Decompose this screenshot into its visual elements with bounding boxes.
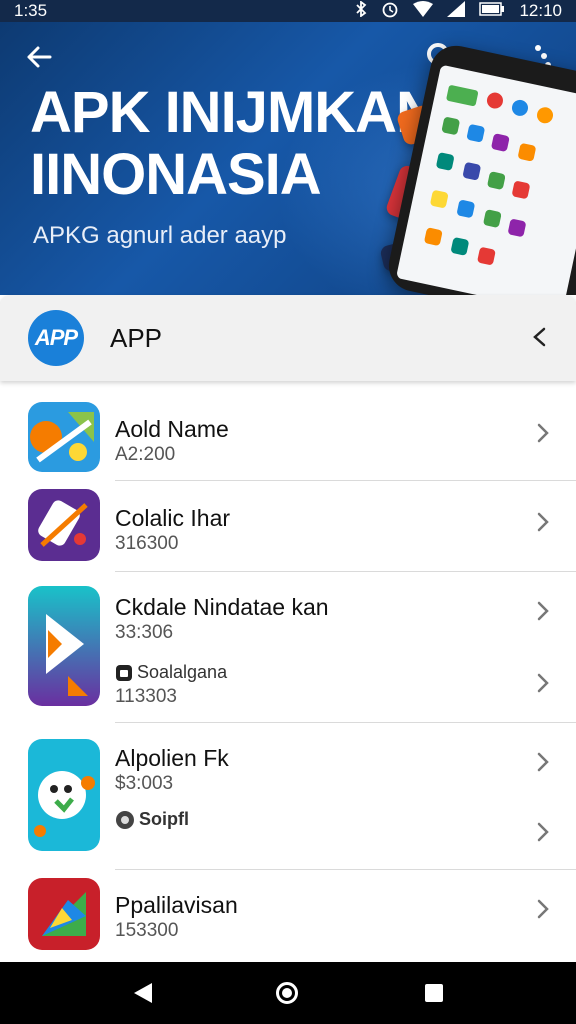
nav-recents-button[interactable] xyxy=(425,984,443,1002)
chevron-right-icon[interactable] xyxy=(536,821,550,843)
disc-icon xyxy=(116,810,134,829)
app-logo: APP xyxy=(28,310,84,366)
wifi-icon xyxy=(413,0,434,22)
app-name: Ckdale Nindatae kan xyxy=(115,594,329,620)
purple-tools-app-icon xyxy=(28,489,100,561)
app-name: Ppalilavisan xyxy=(115,892,238,918)
list-item[interactable]: Ckdale Nindatae kan 33:306 Soalalgana 11… xyxy=(0,572,576,723)
chevron-right-icon[interactable] xyxy=(536,898,550,920)
chevron-left-icon xyxy=(533,327,546,347)
multicolor-tools-app-icon xyxy=(28,402,100,472)
status-icons: 12:10 xyxy=(355,0,562,23)
app-meta: 153300 xyxy=(115,920,179,941)
arrow-left-icon xyxy=(27,46,52,68)
hero-banner: APK INIJMKAN IINONASIA APKG agnurl ader … xyxy=(0,22,576,295)
nav-home-button[interactable] xyxy=(276,982,298,1004)
app-name: Aold Name xyxy=(115,416,229,442)
chevron-right-icon[interactable] xyxy=(536,600,550,622)
nav-back-button[interactable] xyxy=(132,982,154,1004)
chevron-right-icon[interactable] xyxy=(536,751,550,773)
app-meta: A2:200 xyxy=(115,444,176,465)
hero-title: APK INIJMKAN IINONASIA xyxy=(30,82,450,206)
system-navigation-bar xyxy=(0,962,576,1024)
hero-title-line2: IINONASIA xyxy=(30,142,322,207)
app-meta: 316300 xyxy=(115,533,179,554)
app-name: Alpolien Fk xyxy=(115,745,229,771)
app-meta: $3:003 xyxy=(115,773,174,794)
chevron-right-icon[interactable] xyxy=(536,511,550,533)
app-section-header: APP APP xyxy=(0,295,576,381)
alarm-icon xyxy=(381,0,399,23)
list-item[interactable]: Alpolien Fk $3:003 Soipfl xyxy=(0,723,576,870)
status-bar: 1:35 12:10 xyxy=(0,0,576,22)
badge-icon xyxy=(116,664,132,681)
list-item[interactable]: Ppalilavisan 153300 xyxy=(0,870,576,960)
green-creature-app-icon xyxy=(28,739,100,851)
app-extra-label: Soipfl xyxy=(115,809,189,830)
app-meta: 33:306 xyxy=(115,622,174,643)
collapse-button[interactable] xyxy=(528,325,552,349)
status-time: 1:35 xyxy=(14,1,48,20)
play-arrow-app-icon xyxy=(28,586,100,706)
status-clock-right: 12:10 xyxy=(519,1,562,20)
hero-title-line1: APK INIJMKAN xyxy=(30,80,438,145)
bluetooth-icon xyxy=(355,0,367,22)
app-section-title: APP xyxy=(110,322,163,353)
back-button[interactable] xyxy=(24,42,56,74)
red-play-app-icon xyxy=(28,878,100,950)
hero-subtitle: APKG agnurl ader aayp xyxy=(33,222,287,249)
chevron-right-icon[interactable] xyxy=(536,422,550,444)
list-item[interactable]: Aold Name A2:200 xyxy=(0,392,576,481)
signal-icon xyxy=(447,0,466,22)
chevron-right-icon[interactable] xyxy=(536,672,550,694)
app-extra-label: Soalalgana xyxy=(115,662,227,683)
battery-icon xyxy=(479,1,505,21)
list-item[interactable]: Colalic Ihar 316300 xyxy=(0,481,576,572)
app-name: Colalic Ihar xyxy=(115,505,231,531)
app-extra-meta: 113303 xyxy=(115,686,177,707)
